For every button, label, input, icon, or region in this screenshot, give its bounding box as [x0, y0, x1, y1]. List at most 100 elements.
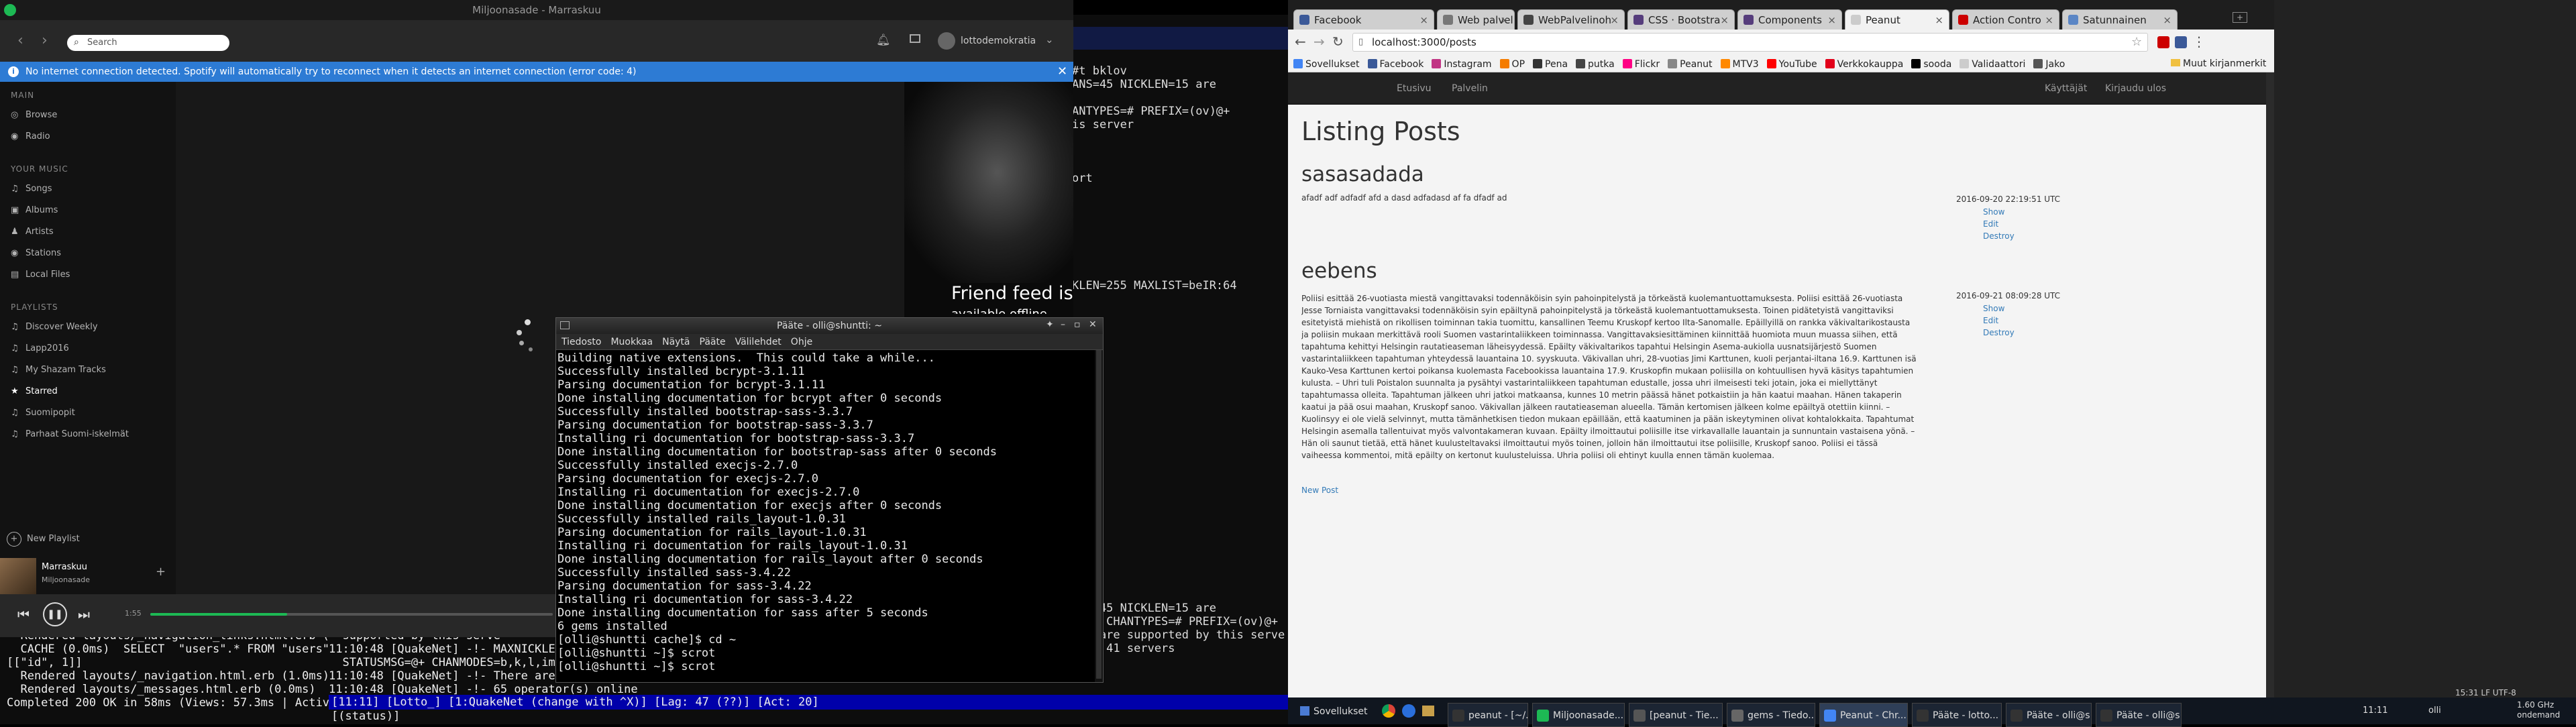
album-art[interactable]	[0, 558, 36, 594]
new-playlist-button[interactable]: + New Playlist	[7, 530, 168, 549]
maximize-icon[interactable]: ▫	[1074, 319, 1081, 330]
terminal-output[interactable]: Building native extensions. This could t…	[557, 351, 1094, 673]
playlist-item[interactable]: ♫ Discover Weekly	[0, 317, 176, 338]
close-icon[interactable]: ✕	[1089, 319, 1097, 330]
new-tab-icon[interactable]: +	[2233, 12, 2247, 23]
sidebar-item-radio[interactable]: ◉ Radio	[0, 126, 176, 148]
close-banner-icon[interactable]: ✕	[1057, 64, 1067, 78]
user-name[interactable]: lottodemokratia	[961, 36, 1036, 46]
close-tab-icon[interactable]: ×	[1610, 10, 1619, 30]
browser-icon[interactable]	[1402, 704, 1415, 718]
show-link[interactable]: Show	[1983, 207, 2004, 217]
playlist-item-starred[interactable]: ★ Starred	[0, 381, 176, 402]
close-tab-icon[interactable]: ×	[1935, 10, 1943, 30]
bookmark-item[interactable]: Facebook	[1367, 56, 1424, 72]
extension-icon[interactable]	[2157, 36, 2169, 48]
files-icon[interactable]	[1422, 706, 1434, 716]
pause-button[interactable]: ❚❚	[43, 602, 67, 626]
nav-link-etusivu[interactable]: Etusivu	[1397, 83, 1432, 94]
now-playing-track[interactable]: Marraskuu	[42, 562, 87, 572]
terminal-menu-item[interactable]: Muokkaa	[610, 337, 653, 347]
back-arrow-icon[interactable]: ‹	[17, 32, 23, 49]
bell-icon[interactable]: 🔔︎	[876, 34, 891, 47]
bookmark-item[interactable]: Instagram	[1432, 56, 1492, 72]
sidebar-item-browse[interactable]: ◎ Browse	[0, 105, 176, 126]
forward-icon[interactable]: →	[1313, 34, 1325, 50]
bookmark-item[interactable]: Pena	[1533, 56, 1568, 72]
bookmark-item[interactable]: YouTube	[1766, 56, 1817, 72]
bookmark-item[interactable]: Flickr	[1622, 56, 1660, 72]
playlist-item[interactable]: ♫ Parhaat Suomi-iskelmät	[0, 424, 176, 445]
edit-link[interactable]: Edit	[1983, 219, 1998, 229]
playlist-item[interactable]: ♫ Suomipopit	[0, 402, 176, 424]
irc-status-input[interactable]: [(status)]	[329, 710, 530, 723]
terminal-menu-item[interactable]: Ohje	[791, 337, 812, 347]
show-link[interactable]: Show	[1983, 304, 2004, 313]
browser-tab[interactable]: Web palveline×	[1437, 9, 1515, 30]
terminal-menu-item[interactable]: Pääte	[700, 337, 726, 347]
bookmark-item[interactable]: MTV3	[1720, 56, 1759, 72]
playlist-item[interactable]: ♫ Lapp2016	[0, 338, 176, 359]
edit-link[interactable]: Edit	[1983, 316, 1998, 325]
nav-link-kirjaudu-ulos[interactable]: Kirjaudu ulos	[2105, 83, 2166, 94]
sidebar-item-songs[interactable]: ♫ Songs	[0, 178, 176, 200]
bookmark-item[interactable]: Verkkokauppa	[1825, 56, 1903, 72]
destroy-link[interactable]: Destroy	[1983, 231, 2015, 241]
terminal-menu-item[interactable]: Näytä	[662, 337, 690, 347]
progress-bar[interactable]	[150, 613, 553, 616]
address-bar[interactable]: ▯ localhost:3000/posts ☆	[1352, 33, 2148, 52]
previous-icon[interactable]: ⏮	[17, 606, 30, 622]
browser-tab[interactable]: Peanut ×	[1845, 9, 1949, 30]
browser-tab[interactable]: Satunnainen ×	[2062, 9, 2178, 30]
nav-link-palvelin[interactable]: Palvelin	[1452, 83, 1488, 94]
taskbar-window-button[interactable]: Pääte - olli@s...	[2096, 703, 2182, 727]
close-tab-icon[interactable]: ×	[1720, 10, 1729, 30]
forward-arrow-icon[interactable]: ›	[42, 32, 48, 49]
sidebar-item-stations[interactable]: ◉ Stations	[0, 243, 176, 264]
close-tab-icon[interactable]: ×	[2163, 10, 2171, 30]
user-menu-chevron-icon[interactable]: ⌄	[1045, 34, 1054, 46]
bookmark-item[interactable]: OP	[1499, 56, 1525, 72]
taskbar-window-button[interactable]: gems - Tiedo...	[1727, 703, 1815, 727]
sidebar-item-artists[interactable]: ♟ Artists	[0, 221, 176, 243]
back-icon[interactable]: ←	[1295, 34, 1306, 50]
bookmark-item[interactable]: Validaattori	[1960, 56, 2025, 72]
page-info-icon[interactable]: ▯	[1358, 37, 1363, 47]
minimize-icon[interactable]: –	[1061, 319, 1065, 330]
next-icon[interactable]: ⏭	[78, 606, 90, 622]
browser-tab[interactable]: Action Contro ×	[1952, 9, 2059, 30]
new-post-link[interactable]: New Post	[1301, 486, 1338, 495]
user-menu[interactable]: olli	[2428, 706, 2441, 716]
now-playing-artist[interactable]: Miljoonasade	[42, 575, 90, 584]
browser-tab[interactable]: Components ×	[1737, 9, 1842, 30]
chrome-icon[interactable]	[1382, 704, 1395, 718]
terminal-menu-item[interactable]: Tiedosto	[561, 337, 601, 347]
avatar[interactable]	[938, 32, 955, 50]
sidebar-item-albums[interactable]: ▣ Albums	[0, 200, 176, 221]
menu-icon[interactable]: ⋮	[2192, 34, 2206, 50]
bookmark-item[interactable]: Peanut	[1668, 56, 1713, 72]
terminal-scrollbar[interactable]	[1095, 350, 1103, 682]
bookmark-item[interactable]: putka	[1576, 56, 1615, 72]
other-bookmarks[interactable]: Muut kirjanmerkit	[2171, 55, 2266, 72]
browser-tab[interactable]: WebPalvelinoh ×	[1517, 9, 1625, 30]
browser-tab[interactable]: CSS · Bootstra ×	[1627, 9, 1735, 30]
taskbar-window-button[interactable]: Pääte - olli@s...	[2006, 703, 2092, 727]
destroy-link[interactable]: Destroy	[1983, 328, 2015, 337]
close-tab-icon[interactable]: ×	[1419, 10, 1428, 30]
taskbar-window-button[interactable]: [peanut - Tie...	[1629, 703, 1723, 727]
taskbar-window-button[interactable]: Pääte - lotto...	[1912, 703, 2002, 727]
inbox-icon[interactable]	[910, 34, 920, 43]
playlist-item[interactable]: ♫ My Shazam Tracks	[0, 359, 176, 381]
bookmark-star-icon[interactable]: ☆	[2131, 35, 2142, 49]
search-input[interactable]: ⌕ Search	[67, 35, 229, 51]
bookmark-item[interactable]: sooda	[1911, 56, 1951, 72]
start-button[interactable]: Sovellukset	[1300, 703, 1368, 720]
taskbar-window-button[interactable]: Peanut - Chr...	[1819, 703, 1908, 727]
pin-icon[interactable]: ✦	[1046, 319, 1054, 330]
bookmark-item[interactable]: Jako	[2033, 56, 2065, 72]
terminal-menu-item[interactable]: Välilehdet	[735, 337, 782, 347]
close-tab-icon[interactable]: ×	[1500, 10, 1509, 30]
taskbar-window-button[interactable]: Miljoonasade...	[1532, 703, 1625, 727]
reload-icon[interactable]: ↻	[1332, 34, 1344, 50]
